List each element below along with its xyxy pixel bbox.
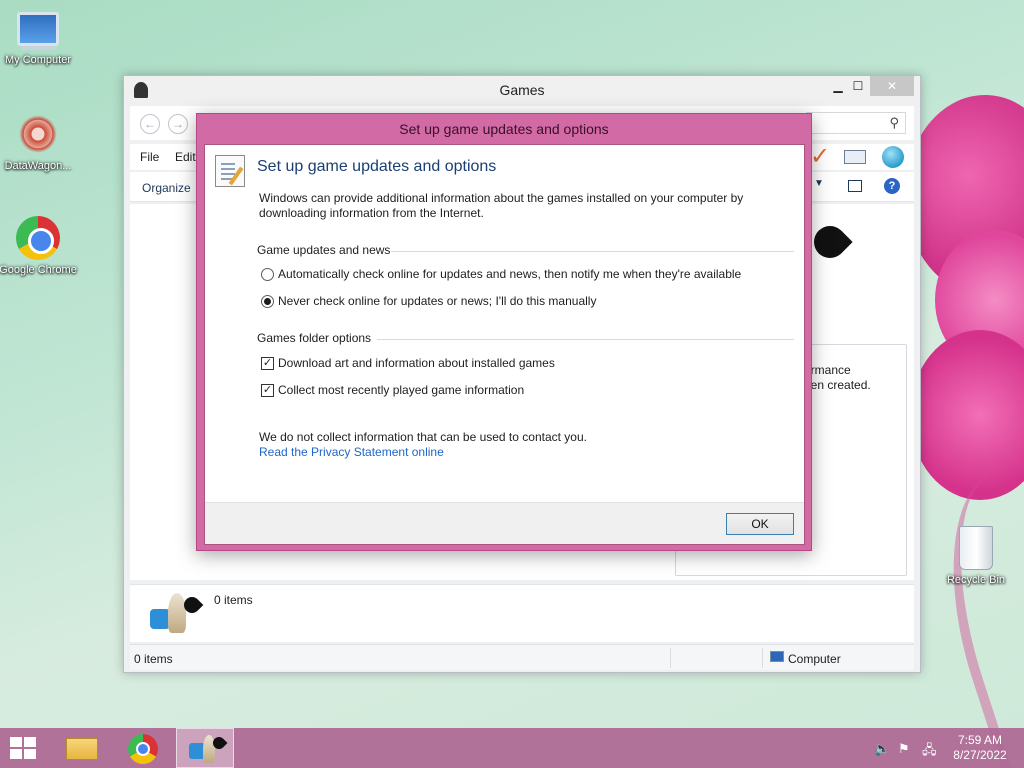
wallpaper-flower-stem <box>913 456 1024 768</box>
checkbox-recent-games[interactable]: ✓ Collect most recently played game info… <box>261 383 524 397</box>
organize-button[interactable]: Organize <box>142 181 191 195</box>
desktop-icon-label: DataWagon... <box>4 160 72 172</box>
group-divider <box>377 339 794 340</box>
checkbox-recent-label: Collect most recently played game inform… <box>278 383 525 397</box>
checkbox-download-art[interactable]: ✓ Download art and information about ins… <box>261 356 555 370</box>
desktop-icon-recycle-bin[interactable]: Recycle Bin <box>936 526 1016 586</box>
checklist-icon <box>215 155 245 187</box>
group-label-updates: Game updates and news <box>257 243 391 257</box>
folder-icon <box>66 738 98 760</box>
taskbar: 🔈 ⚑ 🖧 7:59 AM 8/27/2022 <box>0 728 1024 768</box>
taskbar-chrome[interactable] <box>114 728 172 768</box>
checkbox[interactable]: ✓ <box>261 383 274 397</box>
datawagon-icon <box>16 112 60 156</box>
desktop-icon-datawagon[interactable]: DataWagon... <box>0 112 78 172</box>
checkbox-download-label: Download art and information about insta… <box>278 356 555 370</box>
taskbar-games[interactable] <box>176 728 234 768</box>
desktop-icon-label: My Computer <box>4 54 72 66</box>
network-icon[interactable]: 🖧 <box>922 741 937 763</box>
status-divider <box>762 648 763 668</box>
desktop-icon-label: Google Chrome <box>0 264 77 276</box>
desktop-icon-my-computer[interactable]: My Computer <box>0 8 78 66</box>
group-divider <box>391 251 794 252</box>
computer-icon <box>770 651 784 662</box>
view-dropdown-icon[interactable]: ▼ <box>814 178 824 189</box>
forward-button[interactable]: → <box>168 114 188 134</box>
performance-text: ormance <box>804 363 851 377</box>
taskbar-file-explorer[interactable] <box>54 728 112 768</box>
recycle-bin-icon <box>959 526 993 570</box>
chrome-icon <box>16 216 60 260</box>
dialog-footer: OK <box>205 502 804 544</box>
card-icon[interactable] <box>844 150 866 164</box>
status-item-count: 0 items <box>134 652 173 666</box>
back-button[interactable]: ← <box>140 114 160 134</box>
computer-icon <box>17 12 59 46</box>
radio-button[interactable] <box>261 267 274 281</box>
details-pane: 0 items <box>130 584 914 642</box>
radio-never-label: Never check online for updates or news; … <box>278 294 597 308</box>
group-label-folder: Games folder options <box>257 331 372 345</box>
window-title-bar[interactable]: Games ▁ ☐ ✕ <box>124 76 920 104</box>
radio-button-selected[interactable] <box>261 294 274 308</box>
status-location: Computer <box>788 652 841 666</box>
clock-time: 7:59 AM <box>957 733 1003 747</box>
start-button[interactable] <box>10 737 38 759</box>
dialog-title[interactable]: Set up game updates and options <box>197 121 811 137</box>
volume-muted-icon[interactable]: 🔈 <box>874 741 890 757</box>
close-button[interactable]: ✕ <box>870 76 914 96</box>
spade-icon <box>810 218 850 270</box>
chrome-icon <box>128 734 158 764</box>
radio-auto-label: Automatically check online for updates a… <box>278 267 742 281</box>
radio-never-check[interactable]: Never check online for updates or news; … <box>261 294 596 308</box>
search-icon: ⚲ <box>889 115 899 130</box>
status-divider <box>670 648 671 668</box>
taskbar-clock[interactable]: 7:59 AM 8/27/2022 <box>950 733 1010 763</box>
globe-icon[interactable] <box>882 146 904 168</box>
preview-pane-icon[interactable] <box>848 180 862 192</box>
desktop-icon-label: Recycle Bin <box>946 574 1006 586</box>
dialog-description: Windows can provide additional informati… <box>259 191 744 220</box>
status-bar: 0 items Computer <box>130 644 914 670</box>
help-icon[interactable]: ? <box>884 178 900 194</box>
privacy-text: We do not collect information that can b… <box>259 430 587 444</box>
dialog-body: Set up game updates and options Windows … <box>204 144 805 545</box>
radio-auto-check[interactable]: Automatically check online for updates a… <box>261 267 741 281</box>
game-updates-dialog: Set up game updates and options Set up g… <box>196 113 812 551</box>
menu-edit[interactable]: Edit <box>175 150 196 164</box>
details-item-count: 0 items <box>214 593 253 607</box>
maximize-button[interactable]: ☐ <box>844 76 872 96</box>
desktop-icon-google-chrome[interactable]: Google Chrome <box>0 216 78 276</box>
check-icon[interactable]: ✓ <box>810 144 830 170</box>
clock-date: 8/27/2022 <box>953 748 1007 762</box>
performance-text: een created. <box>804 378 871 392</box>
action-center-flag-icon[interactable]: ⚑ <box>898 741 910 757</box>
menu-file[interactable]: File <box>140 150 159 164</box>
dialog-heading: Set up game updates and options <box>257 158 497 175</box>
games-folder-icon <box>146 591 204 635</box>
window-title: Games <box>499 82 545 98</box>
privacy-statement-link[interactable]: Read the Privacy Statement online <box>259 445 444 459</box>
checkbox[interactable]: ✓ <box>261 356 274 370</box>
ok-button[interactable]: OK <box>726 513 794 535</box>
search-input[interactable]: ⚲ <box>806 112 906 134</box>
